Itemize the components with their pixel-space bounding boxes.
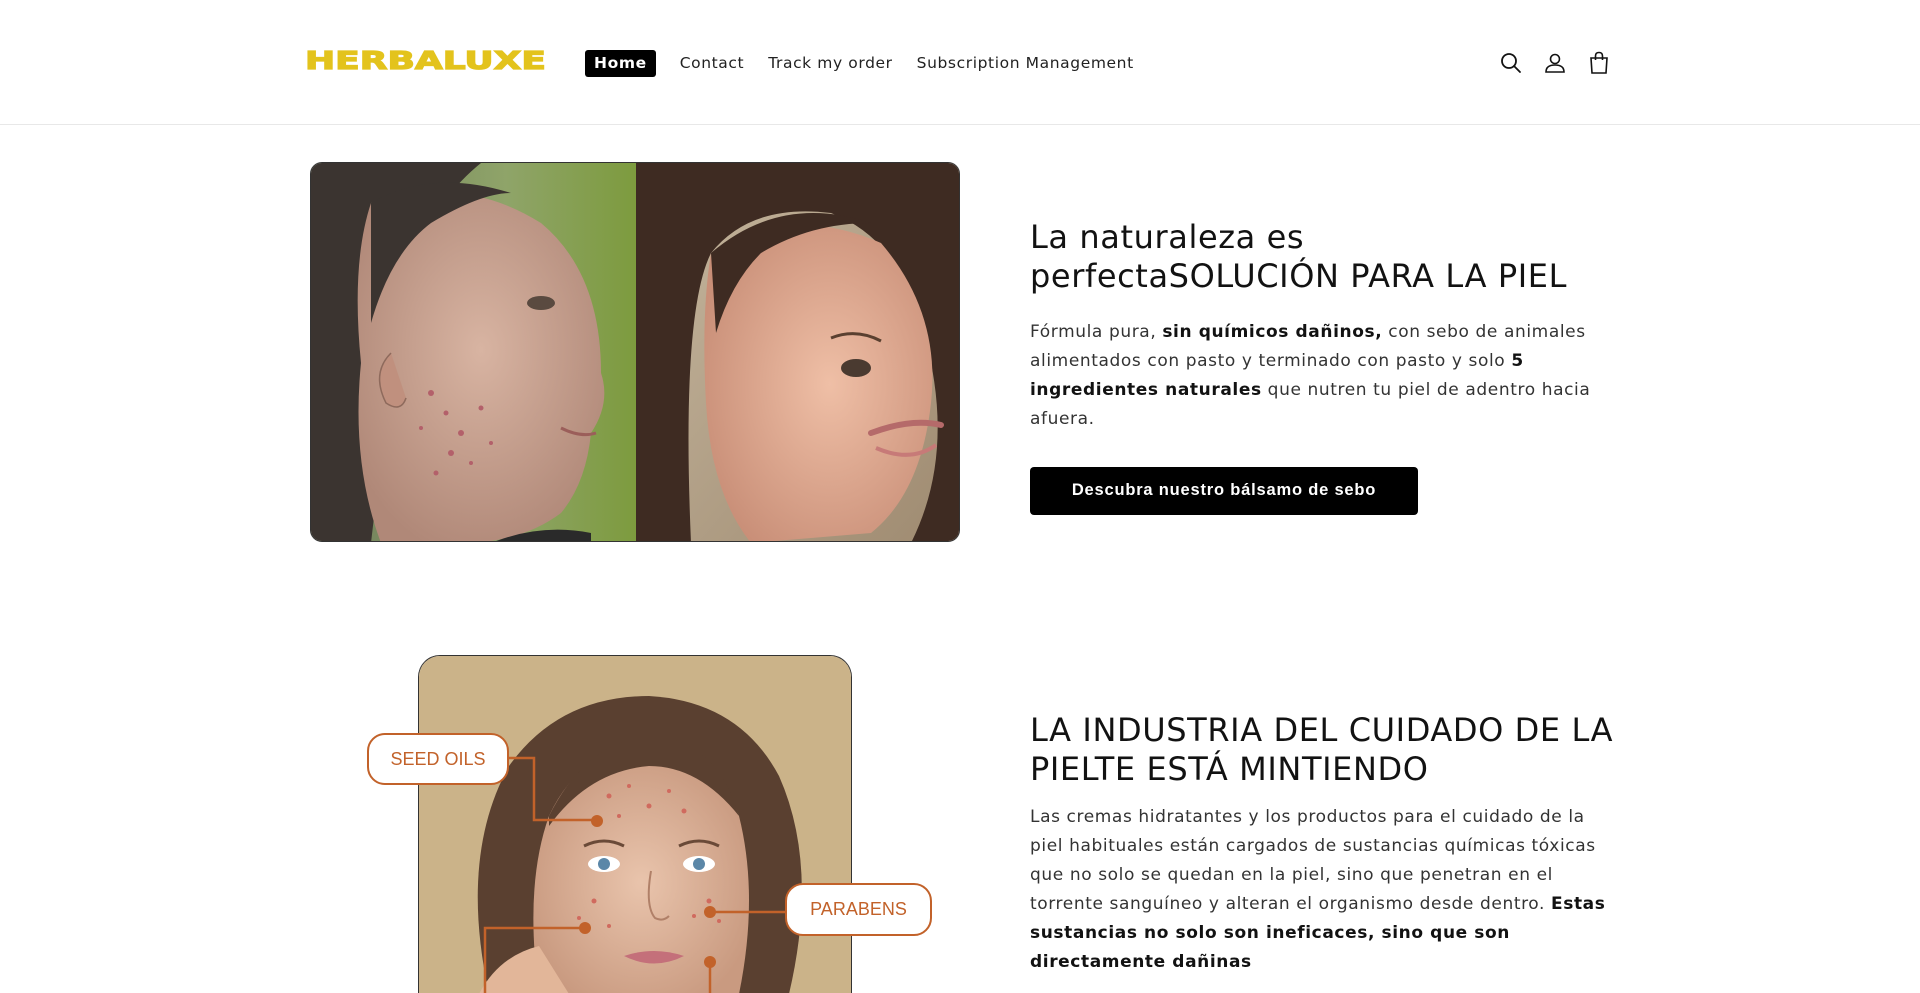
industry-title: LA INDUSTRIA DEL CUIDADO DE LA PIELTE ES…: [1030, 711, 1614, 788]
industry-description-text: Las cremas hidratantes y los productos p…: [1030, 807, 1596, 914]
industry-text-block: LA INDUSTRIA DEL CUIDADO DE LA PIELTE ES…: [1030, 711, 1620, 977]
seed-oils-callout: SEED OILS: [367, 733, 509, 785]
callout-connectors: [483, 756, 786, 993]
industry-description: Las cremas hidratantes y los productos p…: [1030, 803, 1620, 977]
parabens-callout: PARABENS: [785, 883, 932, 936]
